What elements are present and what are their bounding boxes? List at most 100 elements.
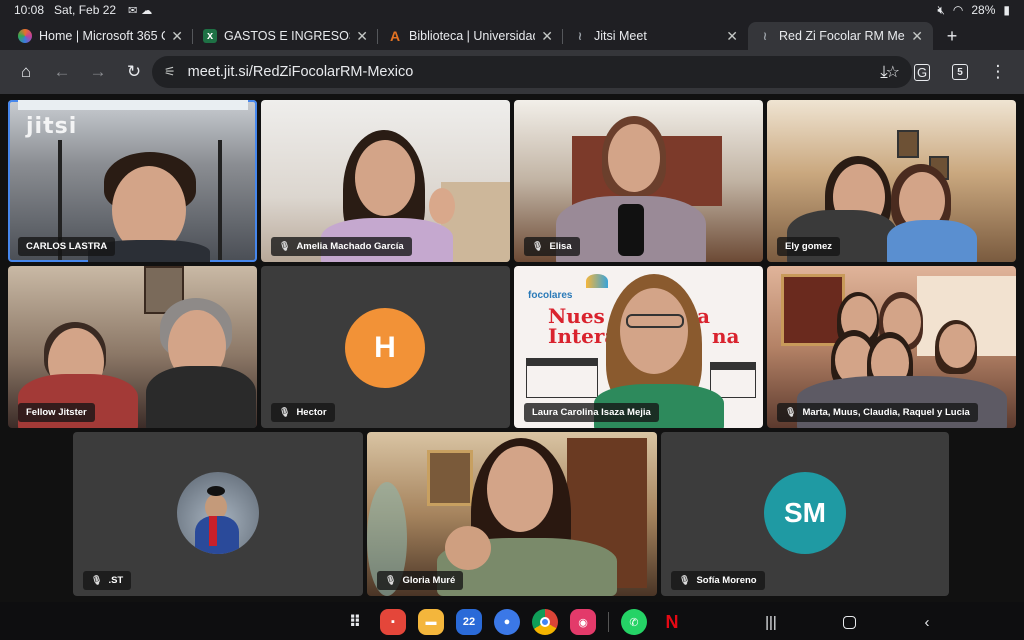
arrow-right-icon: →	[89, 62, 107, 81]
tab-label: Biblioteca | Universidad A	[409, 29, 536, 43]
app-drawer-icon[interactable]: ⠿	[342, 609, 368, 635]
close-icon[interactable]: ✕	[356, 28, 368, 45]
participant-name: Laura Carolina Isaza Mejia	[524, 403, 659, 422]
close-icon[interactable]: ✕	[911, 28, 923, 45]
video-tile-carlos[interactable]: jitsi CARLOS LASTRA	[8, 100, 257, 262]
forward-button[interactable]: →	[80, 56, 116, 88]
address-bar[interactable]: ⚟ meet.jit.si/RedZiFocolarRM-Mexico ☆	[152, 56, 912, 88]
participant-name: 🎙︎ Amelia Machado García	[271, 237, 412, 256]
reload-icon: ↻	[126, 62, 142, 81]
tab-switcher-button[interactable]: 5	[942, 56, 978, 88]
whatsapp-app-icon[interactable]: ✆	[621, 609, 647, 635]
mic-muted-icon: 🎙︎	[279, 407, 291, 417]
mic-muted-icon: 🎙︎	[785, 407, 797, 417]
jitsi-watermark: jitsi	[26, 114, 78, 139]
tab-excel[interactable]: x GASTOS E INGRESOS.xlsx ✕	[193, 22, 378, 50]
download-button[interactable]: ⤓	[866, 56, 902, 88]
participant-name: 🎙︎ Sofía Moreno	[671, 571, 765, 590]
home-button[interactable]: ⌂	[8, 56, 44, 88]
participant-name: 🎙︎ Marta, Muus, Claudia, Raquel y Lucia	[777, 403, 978, 422]
recents-button[interactable]: |||	[756, 610, 786, 634]
excel-icon: x	[203, 29, 217, 43]
browser-toolbar: ⌂ ← → ↻ ⚟ meet.jit.si/RedZiFocolarRM-Mex…	[0, 50, 1024, 94]
close-icon[interactable]: ✕	[171, 28, 183, 45]
tab-label: Red Zi Focolar RM Mexico	[779, 29, 905, 43]
video-tile-marta[interactable]: 🎙︎ Marta, Muus, Claudia, Raquel y Lucia	[767, 266, 1016, 428]
chevron-left-icon: ‹	[924, 613, 930, 631]
status-bar: 10:08 Sat, Feb 22 ✉☁ 🔇︎ ◠ 28% ▮	[0, 0, 1024, 20]
files-app-icon[interactable]: ▬	[418, 609, 444, 635]
participant-name: 🎙︎ Elisa	[524, 237, 580, 256]
gmail-icon: ✉	[128, 4, 142, 17]
video-tile-hector[interactable]: H 🎙︎ Hector	[261, 266, 510, 428]
menu-button[interactable]: ⋮	[980, 56, 1016, 88]
video-tile-gloria[interactable]: 🎙︎ Gloria Muré	[367, 432, 657, 596]
jitsi-icon: ≀	[577, 29, 583, 43]
a-logo-icon: A	[389, 28, 401, 44]
video-tile-sofia[interactable]: SM 🎙︎ Sofía Moreno	[661, 432, 949, 596]
arrow-left-icon: ←	[53, 62, 71, 81]
participant-name: 🎙︎ Hector	[271, 403, 335, 422]
mic-muted-icon: 🎙︎	[91, 575, 103, 585]
video-tile-laura[interactable]: focolares Nues a Intera na Laura Carolin…	[514, 266, 763, 428]
download-icon: ⤓	[880, 62, 888, 81]
netflix-app-icon[interactable]: N	[659, 609, 685, 635]
tab-m365[interactable]: Home | Microsoft 365 Cop ✕	[8, 22, 193, 50]
video-tile-elisa[interactable]: 🎙︎ Elisa	[514, 100, 763, 262]
back-nav-button[interactable]: ‹	[912, 610, 942, 634]
more-vert-icon: ⋮	[989, 62, 1007, 81]
calendar-app-icon[interactable]: 22	[456, 609, 482, 635]
jitsi-icon: ≀	[762, 29, 768, 43]
participant-name: 🎙︎ Gloria Muré	[377, 571, 464, 590]
video-tile-st[interactable]: 🎙︎ .ST	[73, 432, 363, 596]
org-label: focolares	[528, 290, 573, 301]
notification-icons: ✉☁	[128, 4, 156, 17]
video-tile-fellow[interactable]: Fellow Jitster	[8, 266, 257, 428]
mic-muted-icon: 🎙︎	[679, 575, 691, 585]
participant-name: Fellow Jitster	[18, 403, 95, 422]
translate-icon: G	[913, 63, 931, 81]
app-dock: ⠿ ▪ ▬ 22 ● ◉ ✆ N	[342, 609, 685, 635]
tab-biblioteca[interactable]: A Biblioteca | Universidad A ✕	[378, 22, 563, 50]
site-settings-icon[interactable]: ⚟	[164, 64, 176, 80]
home-nav-button[interactable]	[834, 610, 864, 634]
tab-strip: Home | Microsoft 365 Cop ✕ x GASTOS E IN…	[0, 20, 1024, 50]
banner-line-2b: na	[712, 324, 740, 348]
participant-name: CARLOS LASTRA	[18, 237, 116, 256]
mute-icon: 🔇︎	[937, 2, 945, 17]
status-right: 🔇︎ ◠ 28% ▮	[937, 3, 1010, 18]
messages-app-icon[interactable]: ●	[494, 609, 520, 635]
reload-button[interactable]: ↻	[116, 56, 152, 88]
toolbar-right: ⤓ G 5 ⋮	[866, 56, 1016, 88]
cloud-icon: ☁	[141, 4, 157, 17]
tab-red-zi-focolar[interactable]: ≀ Red Zi Focolar RM Mexico ✕	[748, 22, 933, 50]
chrome-app-icon[interactable]	[532, 609, 558, 635]
video-tile-ely[interactable]: Ely gomez	[767, 100, 1016, 262]
back-button[interactable]: ←	[44, 56, 80, 88]
meeting-grid: jitsi CARLOS LASTRA 🎙︎ Amelia Machado Gar…	[0, 94, 1024, 602]
m365-icon	[18, 29, 32, 43]
home-icon: ⌂	[20, 62, 32, 81]
mic-muted-icon: 🎙︎	[385, 575, 397, 585]
tab-jitsi-meet[interactable]: ≀ Jitsi Meet ✕	[563, 22, 748, 50]
close-icon[interactable]: ✕	[726, 28, 738, 45]
avatar: SM	[764, 472, 846, 554]
new-tab-button[interactable]: +	[939, 22, 965, 50]
flipboard-app-icon[interactable]: ▪	[380, 609, 406, 635]
status-date: Sat, Feb 22	[54, 3, 117, 17]
url-text[interactable]: meet.jit.si/RedZiFocolarRM-Mexico	[188, 64, 886, 80]
mic-muted-icon: 🎙︎	[532, 241, 544, 251]
wifi-icon: ◠	[952, 3, 964, 17]
video-tile-amelia[interactable]: 🎙︎ Amelia Machado García	[261, 100, 510, 262]
participant-name: 🎙︎ .ST	[83, 571, 132, 590]
camera-app-icon[interactable]: ◉	[570, 609, 596, 635]
home-circle-icon	[842, 615, 856, 629]
mic-muted-icon: 🎙︎	[279, 241, 291, 251]
android-navbar: ⠿ ▪ ▬ 22 ● ◉ ✆ N ||| ‹	[0, 602, 1024, 640]
status-time: 10:08	[14, 3, 45, 17]
tab-label: GASTOS E INGRESOS.xlsx	[224, 29, 350, 43]
avatar: H	[345, 308, 425, 388]
close-icon[interactable]: ✕	[541, 28, 553, 45]
tab-label: Home | Microsoft 365 Cop	[39, 29, 165, 43]
translate-button[interactable]: G	[904, 56, 940, 88]
